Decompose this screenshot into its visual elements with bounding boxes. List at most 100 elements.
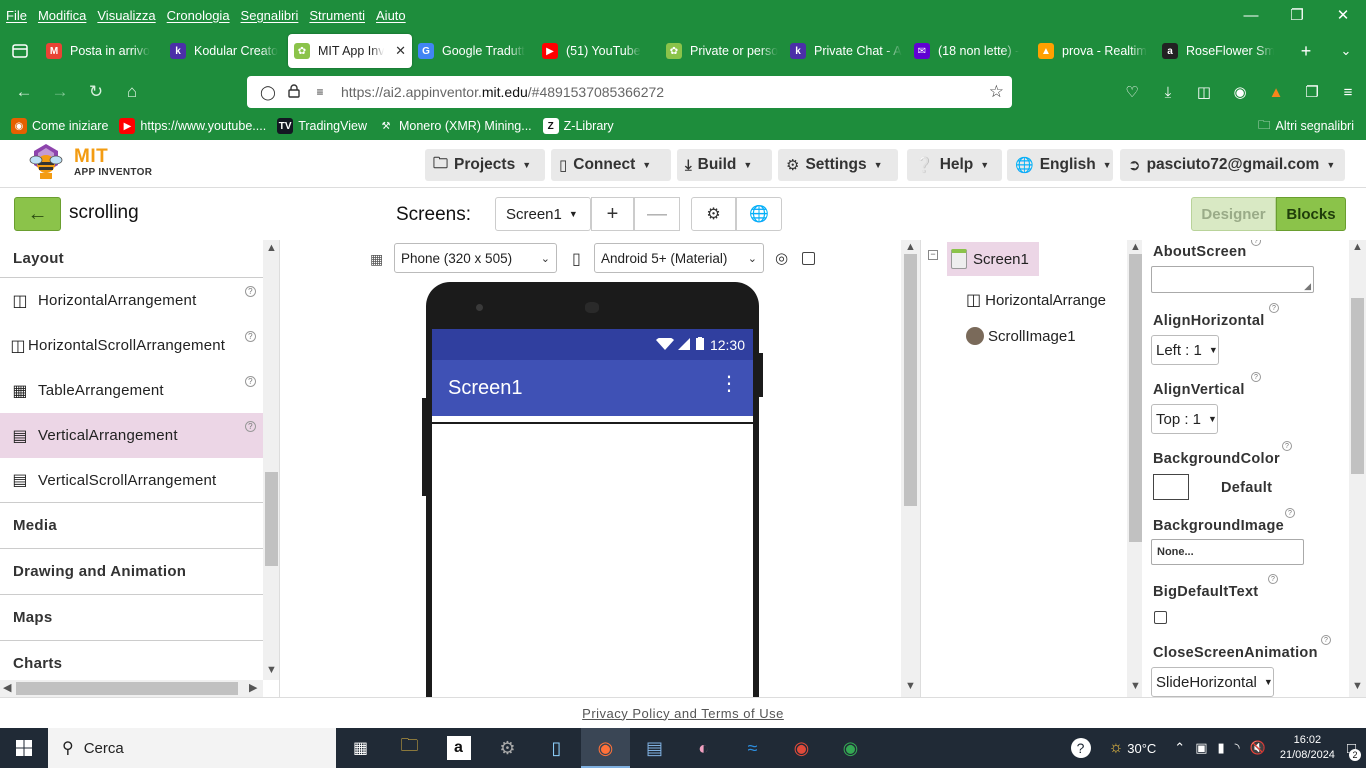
app-icon-remote[interactable]: ▤	[630, 728, 679, 768]
device-size-select[interactable]: Phone (320 x 505) ⌄	[394, 243, 557, 273]
alignvertical-select[interactable]: Top : 1 ▼	[1151, 404, 1218, 434]
taskbar-clock[interactable]: 16:02 21/08/2024	[1280, 733, 1335, 763]
tab[interactable]: ✿ Private or perso	[660, 34, 784, 68]
palette-category-layout[interactable]: Layout	[0, 240, 263, 278]
tab[interactable]: k Kodular Creato	[164, 34, 288, 68]
shield-icon[interactable]: ◯	[255, 84, 281, 101]
menu-segnalibri[interactable]: Segnalibri	[241, 8, 299, 23]
restore-icon[interactable]: ❐	[1274, 0, 1320, 30]
firefox-view-icon[interactable]	[0, 30, 40, 72]
projects-menu[interactable]: 🗀 Projects ▼	[425, 149, 545, 181]
notifications-icon[interactable]: □ 2	[1347, 740, 1361, 761]
reload-icon[interactable]: ↻	[78, 76, 114, 108]
settings-menu[interactable]: ⚙ Settings ▼	[778, 149, 898, 181]
help-icon[interactable]: ?	[1251, 372, 1261, 382]
scroll-thumb[interactable]	[1129, 254, 1142, 542]
build-menu[interactable]: ⤓ Build ▼	[677, 149, 772, 181]
back-arrow-icon[interactable]: ←	[6, 76, 42, 108]
paint-icon[interactable]: ◐	[679, 728, 728, 768]
tab[interactable]: k Private Chat - A	[784, 34, 908, 68]
app-icon-notes[interactable]: ▯	[532, 728, 581, 768]
scroll-down-icon[interactable]: ▼	[266, 664, 277, 676]
url-text[interactable]: https://ai2.appinventor.mit.edu/#4891537…	[341, 84, 664, 100]
connect-menu[interactable]: ▯ Connect ▼	[551, 149, 671, 181]
viewer-vertical-scrollbar[interactable]: ▲ ▼	[901, 240, 920, 697]
bigdefaulttext-checkbox[interactable]	[1154, 611, 1167, 624]
account-icon[interactable]: ◉	[1222, 76, 1258, 108]
windows-start-button[interactable]	[0, 728, 48, 768]
firefox-taskbar-icon[interactable]: ◉	[581, 728, 630, 768]
pocket-icon[interactable]: ♡	[1114, 76, 1150, 108]
tree-node-scrollimage1[interactable]: ScrollImage1	[966, 322, 1076, 350]
bookmark-item[interactable]: ◉ Come iniziare	[11, 118, 108, 134]
scroll-up-icon[interactable]: ▲	[266, 242, 277, 254]
close-window-icon[interactable]: ✕	[1320, 0, 1366, 30]
help-icon[interactable]: ?	[245, 331, 256, 342]
menu-file[interactable]: File	[6, 8, 27, 23]
permissions-icon[interactable]: ≡	[307, 85, 333, 99]
weather-temperature[interactable]: 30°C	[1127, 741, 1156, 756]
account-menu[interactable]: ➲ pasciuto72@gmail.com ▼	[1120, 149, 1345, 181]
wifi-tray-icon[interactable]: ◝	[1235, 740, 1240, 756]
backgroundcolor-value[interactable]: Default	[1221, 480, 1272, 496]
bookmark-item[interactable]: TV TradingView	[277, 118, 367, 134]
menu-aiuto[interactable]: Aiuto	[376, 8, 406, 23]
menu-visualizza[interactable]: Visualizza	[97, 8, 155, 23]
palette-category-maps[interactable]: Maps	[0, 595, 263, 641]
tab[interactable]: ▶ (51) YouTube	[536, 34, 660, 68]
hamburger-menu-icon[interactable]: ≡	[1330, 76, 1366, 108]
backgroundimage-picker[interactable]: None...	[1151, 539, 1304, 565]
gallery-publish-button[interactable]: 🌐	[736, 197, 782, 231]
palette-vertical-scrollbar[interactable]: ▲ ▼	[263, 240, 279, 680]
privacy-policy-link[interactable]: Privacy Policy and Terms of Use	[582, 706, 784, 721]
bookmark-star-icon[interactable]: ☆	[989, 82, 1004, 102]
downloads-icon[interactable]: ⤓	[1150, 76, 1186, 108]
components-vertical-scrollbar[interactable]: ▲ ▼	[1127, 240, 1142, 697]
backgroundcolor-swatch[interactable]	[1153, 474, 1189, 500]
tablet-size-icon[interactable]: ▦	[370, 251, 383, 268]
tab[interactable]: M Posta in arrivo	[40, 34, 164, 68]
palette-item-verticalscrollarrangement[interactable]: ▤ VerticalScrollArrangement ?	[0, 458, 263, 503]
scroll-thumb[interactable]	[1351, 298, 1364, 474]
scroll-down-icon[interactable]: ▼	[1352, 680, 1363, 692]
tab[interactable]: ▲ prova - Realtim	[1032, 34, 1156, 68]
help-icon[interactable]: ?	[245, 286, 256, 297]
lock-icon[interactable]	[281, 83, 307, 101]
help-menu[interactable]: ❔ Help ▼	[907, 149, 1002, 181]
mit-app-inventor-logo[interactable]: MIT APP INVENTOR	[24, 142, 152, 182]
app-icon-game[interactable]: ⚙	[483, 728, 532, 768]
help-icon[interactable]: ?	[1321, 635, 1331, 645]
project-properties-button[interactable]: ⚙	[691, 197, 736, 231]
aboutscreen-textarea[interactable]: ◢	[1151, 266, 1314, 293]
network-device-icon[interactable]: ▣	[1195, 740, 1207, 756]
scroll-thumb[interactable]	[904, 254, 917, 506]
sidebar-icon[interactable]: ◫	[1186, 76, 1222, 108]
home-icon[interactable]: ⌂	[114, 76, 150, 108]
bookmark-item[interactable]: Z Z-Library	[542, 118, 614, 134]
palette-item-verticalarrangement[interactable]: ▤ VerticalArrangement ?	[0, 413, 263, 458]
scroll-up-icon[interactable]: ▲	[905, 241, 916, 253]
help-icon[interactable]: ?	[1285, 508, 1295, 518]
task-view-icon[interactable]: ▦	[336, 728, 385, 768]
extensions-icon[interactable]: ❐	[1294, 76, 1330, 108]
new-tab-icon[interactable]: +	[1286, 30, 1326, 72]
chrome-icon[interactable]: ◉	[826, 728, 875, 768]
weather-icon[interactable]: ☼	[1109, 739, 1124, 757]
bookmark-item[interactable]: ⚒ Monero (XMR) Mining...	[377, 118, 532, 134]
palette-item-horizontalscrollarrangement[interactable]: ◫ HorizontalScrollArrangement ?	[0, 323, 263, 368]
menu-cronologia[interactable]: Cronologia	[167, 8, 230, 23]
other-bookmarks[interactable]: 🗀 Altri segnalibri	[1258, 112, 1354, 140]
scroll-left-icon[interactable]: ◀	[3, 681, 11, 694]
help-icon[interactable]: ?	[245, 421, 256, 432]
menu-modifica[interactable]: Modifica	[38, 8, 86, 23]
theme-select[interactable]: Android 5+ (Material) ⌄	[594, 243, 764, 273]
remove-screen-button[interactable]: —	[634, 197, 680, 231]
close-tab-icon[interactable]: ✕	[391, 43, 406, 59]
collapse-icon[interactable]: −	[928, 250, 938, 260]
add-screen-button[interactable]: +	[591, 197, 634, 231]
palette-category-media[interactable]: Media	[0, 503, 263, 549]
tab-active[interactable]: ✿ MIT App Inv ✕	[288, 34, 412, 68]
tree-node-screen1[interactable]: Screen1	[947, 242, 1039, 276]
menu-strumenti[interactable]: Strumenti	[309, 8, 365, 23]
scroll-down-icon[interactable]: ▼	[1130, 680, 1141, 692]
